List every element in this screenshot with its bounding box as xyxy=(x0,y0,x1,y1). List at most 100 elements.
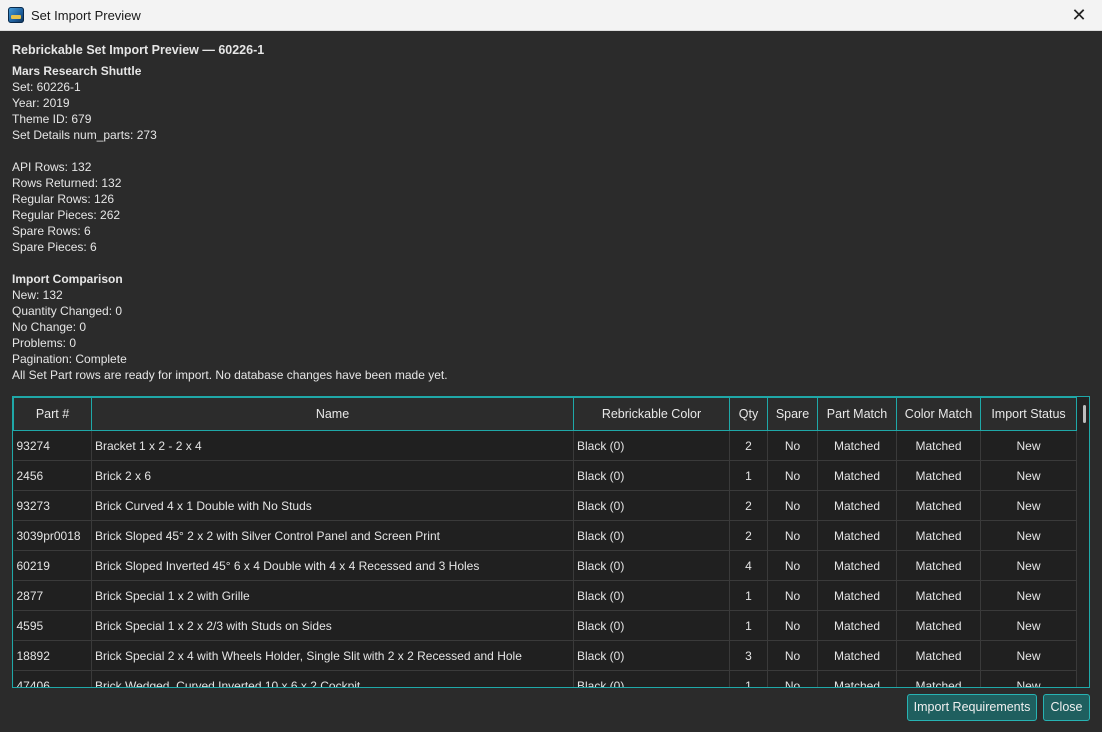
name-cell: Brick 2 x 6 xyxy=(91,460,574,491)
name-cell: Brick Sloped Inverted 45° 6 x 4 Double w… xyxy=(91,550,574,581)
color-cell: Black (0) xyxy=(573,520,730,551)
part-match-cell: Matched xyxy=(817,460,897,491)
table-row[interactable]: 93273 Brick Curved 4 x 1 Double with No S… xyxy=(13,490,1077,521)
table-row[interactable]: 3039pr0018 Brick Sloped 45° 2 x 2 with Si… xyxy=(13,520,1077,551)
name-cell: Brick Special 2 x 4 with Wheels Holder, … xyxy=(91,640,574,671)
spare-cell: No xyxy=(767,520,818,551)
part-match-cell: Matched xyxy=(817,550,897,581)
theme-id: Theme ID: 679 xyxy=(12,112,92,126)
color-match-cell: Matched xyxy=(896,640,981,671)
column-header-part-match[interactable]: Part Match xyxy=(817,397,897,431)
name-cell: Brick Wedged, Curved Inverted 10 x 6 x 2… xyxy=(91,670,574,687)
name-cell: Brick Special 1 x 2 with Grille xyxy=(91,580,574,611)
import-status-cell: New xyxy=(980,490,1077,521)
color-match-cell: Matched xyxy=(896,460,981,491)
comparison-heading: Import Comparison xyxy=(12,272,123,286)
import-requirements-button[interactable]: Import Requirements xyxy=(907,694,1037,721)
color-cell: Black (0) xyxy=(573,490,730,521)
qty-cell: 1 xyxy=(729,460,768,491)
color-match-cell: Matched xyxy=(896,520,981,551)
regular-pieces: Regular Pieces: 262 xyxy=(12,208,121,222)
comparison-quantity-changed: Quantity Changed: 0 xyxy=(12,304,123,318)
table-row[interactable]: 18892 Brick Special 2 x 4 with Wheels Hol… xyxy=(13,640,1077,671)
import-status-cell: New xyxy=(980,670,1077,687)
part-match-cell: Matched xyxy=(817,670,897,687)
table-row[interactable]: 2456 Brick 2 x 6 Black (0) 1 No Matched Matche… xyxy=(13,460,1077,491)
column-header-qty[interactable]: Qty xyxy=(729,397,768,431)
spare-cell: No xyxy=(767,580,818,611)
table-row[interactable]: 60219 Brick Sloped Inverted 45° 6 x 4 Dou… xyxy=(13,550,1077,581)
part-match-cell: Matched xyxy=(817,430,897,461)
column-header-part-number[interactable]: Part # xyxy=(13,397,92,431)
name-cell: Brick Sloped 45° 2 x 2 with Silver Contr… xyxy=(91,520,574,551)
window-title: Set Import Preview xyxy=(31,8,141,23)
color-cell: Black (0) xyxy=(573,670,730,687)
spare-rows: Spare Rows: 6 xyxy=(12,224,91,238)
color-cell: Black (0) xyxy=(573,640,730,671)
column-header-import-status[interactable]: Import Status xyxy=(980,397,1077,431)
num-parts: Set Details num_parts: 273 xyxy=(12,128,157,142)
set-number: Set: 60226-1 xyxy=(12,80,81,94)
column-header-color[interactable]: Rebrickable Color xyxy=(573,397,730,431)
spare-cell: No xyxy=(767,490,818,521)
qty-cell: 3 xyxy=(729,640,768,671)
vertical-scrollbar[interactable] xyxy=(1083,405,1086,423)
import-status-cell: New xyxy=(980,580,1077,611)
import-status-cell: New xyxy=(980,640,1077,671)
color-cell: Black (0) xyxy=(573,430,730,461)
spare-cell: No xyxy=(767,640,818,671)
column-header-name[interactable]: Name xyxy=(91,397,574,431)
spare-cell: No xyxy=(767,550,818,581)
part-match-cell: Matched xyxy=(817,520,897,551)
column-header-color-match[interactable]: Color Match xyxy=(896,397,981,431)
table-row[interactable]: 47406 Brick Wedged, Curved Inverted 10 x … xyxy=(13,670,1077,687)
qty-cell: 2 xyxy=(729,520,768,551)
rows-returned: Rows Returned: 132 xyxy=(12,176,122,190)
spare-cell: No xyxy=(767,460,818,491)
import-status-cell: New xyxy=(980,610,1077,641)
close-icon[interactable]: ✕ xyxy=(1056,0,1102,30)
spare-cell: No xyxy=(767,670,818,687)
preview-heading: Rebrickable Set Import Preview — 60226-1 xyxy=(12,43,265,57)
part-match-cell: Matched xyxy=(817,580,897,611)
name-cell: Brick Special 1 x 2 x 2/3 with Studs on … xyxy=(91,610,574,641)
title-bar: Set Import Preview ✕ xyxy=(0,0,1102,31)
part-number-cell: 18892 xyxy=(13,640,92,671)
part-number-cell: 2877 xyxy=(13,580,92,611)
api-rows: API Rows: 132 xyxy=(12,160,92,174)
table-row[interactable]: 93274 Bracket 1 x 2 - 2 x 4 Black (0) 2 No Ma… xyxy=(13,430,1077,461)
qty-cell: 2 xyxy=(729,430,768,461)
summary-panel: Rebrickable Set Import Preview — 60226-1… xyxy=(12,41,1090,383)
table-row[interactable]: 4595 Brick Special 1 x 2 x 2/3 with Studs… xyxy=(13,610,1077,641)
qty-cell: 1 xyxy=(729,610,768,641)
color-match-cell: Matched xyxy=(896,550,981,581)
spare-cell: No xyxy=(767,610,818,641)
close-button[interactable]: Close xyxy=(1043,694,1090,721)
part-number-cell: 47406 xyxy=(13,670,92,687)
color-match-cell: Matched xyxy=(896,610,981,641)
color-match-cell: Matched xyxy=(896,580,981,611)
part-match-cell: Matched xyxy=(817,640,897,671)
part-number-cell: 93274 xyxy=(13,430,92,461)
set-name: Mars Research Shuttle xyxy=(12,64,142,78)
color-match-cell: Matched xyxy=(896,670,981,687)
comparison-new: New: 132 xyxy=(12,288,63,302)
color-cell: Black (0) xyxy=(573,460,730,491)
qty-cell: 1 xyxy=(729,580,768,611)
import-status-cell: New xyxy=(980,550,1077,581)
qty-cell: 4 xyxy=(729,550,768,581)
qty-cell: 2 xyxy=(729,490,768,521)
table-header-row: Part # Name Rebrickable Color Qty Spare … xyxy=(13,397,1077,431)
spare-cell: No xyxy=(767,430,818,461)
part-number-cell: 60219 xyxy=(13,550,92,581)
spare-pieces: Spare Pieces: 6 xyxy=(12,240,97,254)
color-cell: Black (0) xyxy=(573,580,730,611)
name-cell: Bracket 1 x 2 - 2 x 4 xyxy=(91,430,574,461)
comparison-no-change: No Change: 0 xyxy=(12,320,87,334)
parts-table[interactable]: Part # Name Rebrickable Color Qty Spare … xyxy=(12,396,1090,688)
color-match-cell: Matched xyxy=(896,430,981,461)
import-status-cell: New xyxy=(980,460,1077,491)
name-cell: Brick Curved 4 x 1 Double with No Studs xyxy=(91,490,574,521)
column-header-spare[interactable]: Spare xyxy=(767,397,818,431)
table-row[interactable]: 2877 Brick Special 1 x 2 with Grille Black… xyxy=(13,580,1077,611)
